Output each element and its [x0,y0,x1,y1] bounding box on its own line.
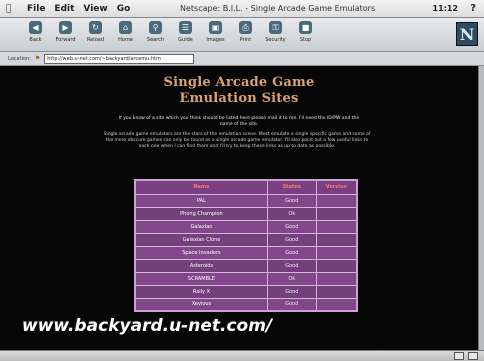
watermark-url: www.backyard.u-net.com/ [22,316,273,336]
toolbar-button-label: Guide [178,37,193,43]
cell-name[interactable]: Galaxian [134,219,268,234]
print-icon: ⎙ [239,21,252,34]
cell-version [315,206,358,221]
toolbar-button-label: Images [206,37,225,43]
cell-name[interactable]: PAL [134,193,268,208]
page-title-line-1: Single Arcade Game [163,75,315,90]
cell-status: Good [266,219,317,234]
cell-name[interactable]: Xevious [134,297,268,312]
table-row: SCRAMBLE Ok [134,271,358,286]
column-header-name: Name [134,179,268,195]
reload-icon: ↻ [89,21,102,34]
search-icon: ⚲ [149,21,162,34]
stop-button[interactable]: ■ Stop [292,18,319,51]
cell-version [315,284,358,299]
toolbar-button-label: Reload [86,37,104,43]
bookmark-icon[interactable]: ⚑ [35,55,40,62]
search-button[interactable]: ⚲ Search [142,18,169,51]
cell-version [315,245,358,260]
emulator-table: Name Status Version PAL Good Phong Champio… [134,179,358,312]
cell-version [315,232,358,247]
toolbar-button-label: Forward [55,37,76,43]
location-label: Location: [8,55,31,62]
column-header-status: Status [266,179,317,195]
table-row: Rally X Good [134,284,358,299]
cell-version [315,271,358,286]
cell-status: Good [266,284,317,299]
forward-arrow-icon: ▶ [59,21,72,34]
menu-file[interactable]: File [27,4,45,14]
cell-name[interactable]: Rally X [134,284,268,299]
url-field[interactable]: http://web.u-net.com/~backyard/arcemu.ht… [44,53,195,64]
menu-go[interactable]: Go [117,4,131,14]
table-row: Phong Champion Ok [134,206,358,221]
cell-name[interactable]: Galaxian Clone [134,232,268,247]
images-icon: ▣ [209,21,222,34]
print-button[interactable]: ⎙ Print [232,18,259,51]
component-bar-icon[interactable] [468,352,478,360]
cell-version [315,258,358,273]
back-button[interactable]: ◀ Back [22,18,49,51]
home-button[interactable]: ⌂ Home [112,18,139,51]
cell-version [315,193,358,208]
cell-status: Good [266,245,317,260]
cell-status: Good [266,193,317,208]
location-bar: Location: ⚑ http://web.u-net.com/~backya… [0,52,484,66]
cell-status: Ok [266,271,317,286]
table-row: PAL Good [134,193,358,208]
table-row: Galaxian Clone Good [134,232,358,247]
netscape-logo: N [456,22,478,46]
page-title-line-2: Emulation Sites [179,91,299,106]
menu-view[interactable]: View [83,4,107,14]
body-paragraph: Single arcade game emulators are the sta… [103,132,371,149]
security-status-icon[interactable] [454,352,464,360]
cell-status: Ok [266,206,317,221]
guide-button[interactable]: ☰ Guide [172,18,199,51]
help-icon[interactable]: ? [470,3,476,14]
cell-version [315,219,358,234]
menu-bar:  File Edit View Go Netscape: B.I.L. - S… [0,0,484,18]
column-header-version: Version [315,179,358,195]
cell-status: Good [266,297,317,312]
cell-name[interactable]: Asteroids [134,258,268,273]
cell-status: Good [266,232,317,247]
cell-status: Good [266,258,317,273]
images-button[interactable]: ▣ Images [202,18,229,51]
toolbar-button-label: Print [239,37,252,43]
table-row: Galaxian Good [134,219,358,234]
status-bar [0,350,484,361]
menubar-clock: 11:12 [432,4,458,13]
window-title: Netscape: B.I.L. - Single Arcade Game Em… [180,4,376,13]
lock-icon: ⚿ [269,21,282,34]
web-page-content: Single Arcade Game Emulation Sites If yo… [0,66,478,354]
toolbar-button-label: Stop [299,37,312,43]
security-button[interactable]: ⚿ Security [262,18,289,51]
navigation-toolbar: ◀ Back ▶ Forward ↻ Reload ⌂ Home ⚲ Search ☰ Guide ▣ I… [0,18,484,52]
table-row: Space Invaders Good [134,245,358,260]
intro-paragraph: If you know of a site which you think sh… [118,116,360,127]
table-header-row: Name Status Version [134,179,358,195]
home-icon: ⌂ [119,21,132,34]
table-row: Xevious Good [134,297,358,312]
apple-menu-icon[interactable]:  [6,4,18,14]
toolbar-button-label: Back [29,37,42,43]
back-arrow-icon: ◀ [29,21,42,34]
reload-button[interactable]: ↻ Reload [82,18,109,51]
toolbar-button-label: Home [118,37,133,43]
table-row: Asteroids Good [134,258,358,273]
toolbar-button-label: Search [146,37,165,43]
stop-icon: ■ [299,21,312,34]
menu-edit[interactable]: Edit [54,4,74,14]
cell-name[interactable]: Phong Champion [134,206,268,221]
forward-button[interactable]: ▶ Forward [52,18,79,51]
cell-version [315,297,358,312]
toolbar-button-label: Security [265,37,286,43]
cell-name[interactable]: SCRAMBLE [134,271,268,286]
cell-name[interactable]: Space Invaders [134,245,268,260]
vertical-scrollbar[interactable] [478,66,484,354]
guide-icon: ☰ [179,21,192,34]
